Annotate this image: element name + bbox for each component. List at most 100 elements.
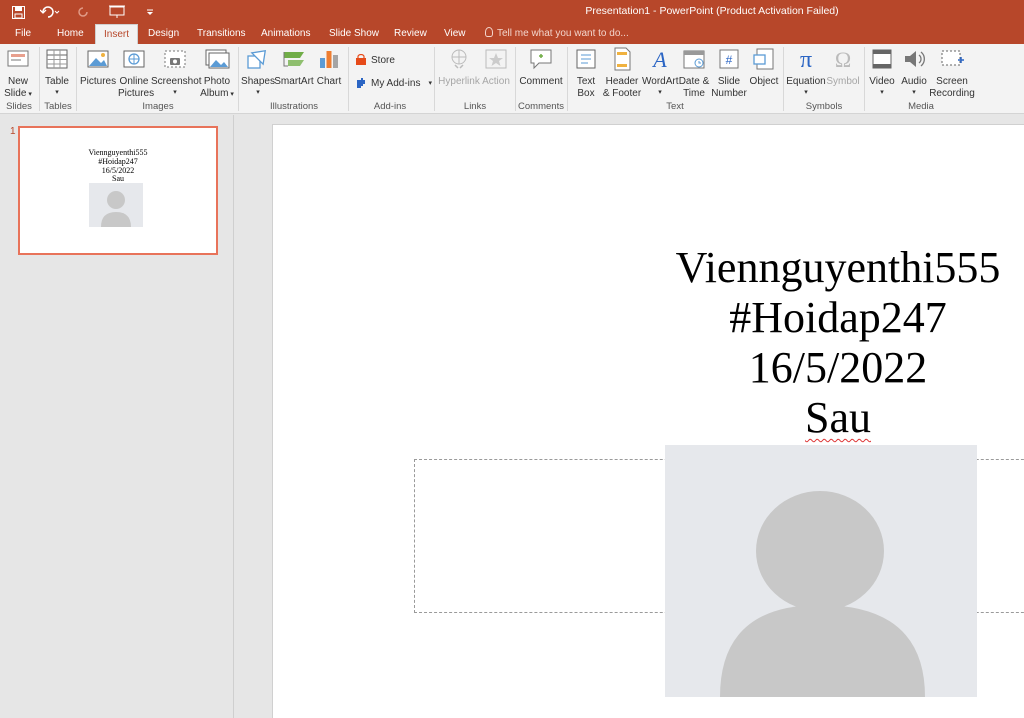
object-button[interactable]: Object <box>748 46 780 88</box>
tab-home[interactable]: Home <box>49 24 92 44</box>
group-divider <box>76 47 77 111</box>
text-box-icon <box>576 49 596 69</box>
hyperlink-icon <box>451 49 467 69</box>
tell-me-box[interactable]: Tell me what you want to do... <box>485 24 629 44</box>
group-label-tables: Tables <box>44 101 72 112</box>
table-button[interactable]: Table ▾ <box>43 46 71 98</box>
object-icon <box>753 48 774 70</box>
group-label-images: Images <box>142 101 174 112</box>
ribbon-tabs: File Home Insert Design Transitions Anim… <box>0 24 1024 44</box>
chart-button[interactable]: Chart <box>315 46 343 88</box>
online-pictures-icon <box>123 50 145 68</box>
person-placeholder-icon <box>101 191 131 227</box>
pi-icon: π <box>800 47 812 72</box>
table-icon <box>46 49 68 69</box>
slide[interactable]: Viennguyenthi555 #Hoidap247 16/5/2022 Sa… <box>272 124 1024 718</box>
photo-album-icon <box>205 49 230 69</box>
chevron-down-icon: ▾ <box>55 89 59 96</box>
comment-icon <box>530 49 552 70</box>
shapes-button[interactable]: Shapes ▾ <box>241 46 275 98</box>
store-button[interactable]: Store <box>355 54 395 66</box>
symbol-button[interactable]: Ω Symbol <box>825 46 861 88</box>
ribbon-insert: New Slide ▾ Slides Table ▾ Tables Pictur… <box>0 44 1024 114</box>
store-icon <box>356 54 366 65</box>
tab-file[interactable]: File <box>7 24 39 44</box>
smartart-icon <box>283 52 304 67</box>
video-button[interactable]: Video ▾ <box>867 46 897 98</box>
group-divider <box>348 47 349 111</box>
tab-slide-show[interactable]: Slide Show <box>321 24 387 44</box>
new-slide-icon <box>7 50 29 67</box>
tab-design[interactable]: Design <box>140 24 187 44</box>
slide-thumbnail[interactable]: Viennguyenthi555 #Hoidap247 16/5/2022 Sa… <box>18 126 218 255</box>
thumbnail-text: Viennguyenthi555 #Hoidap247 16/5/2022 Sa… <box>88 148 148 184</box>
group-label-links: Links <box>463 101 487 112</box>
group-label-text: Text <box>666 101 684 112</box>
chart-icon <box>320 51 338 68</box>
tab-review[interactable]: Review <box>386 24 435 44</box>
pictures-icon <box>87 50 109 68</box>
tab-transitions[interactable]: Transitions <box>189 24 254 44</box>
tab-animations[interactable]: Animations <box>253 24 318 44</box>
online-pictures-button[interactable]: Online Pictures <box>118 46 154 100</box>
tab-insert[interactable]: Insert <box>95 24 139 44</box>
svg-text:#: # <box>726 53 733 67</box>
chevron-down-icon: ▾ <box>880 89 884 96</box>
comment-button[interactable]: Comment <box>518 46 564 88</box>
chevron-down-icon: ▾ <box>804 89 808 96</box>
slide-number-button[interactable]: # Slide Number <box>710 46 748 100</box>
chevron-down-icon: ▾ <box>658 89 662 96</box>
audio-button[interactable]: Audio ▾ <box>898 46 930 98</box>
tell-me-text: Tell me what you want to do... <box>497 28 629 39</box>
screenshot-icon <box>164 50 186 68</box>
screen-recording-icon <box>941 50 964 66</box>
group-divider <box>238 47 239 111</box>
my-addins-button[interactable]: My Add-ins ▾ <box>355 77 432 89</box>
chevron-down-icon: ▾ <box>256 89 260 96</box>
group-label-symbols: Symbols <box>805 101 843 112</box>
shapes-icon <box>247 49 267 69</box>
screenshot-button[interactable]: Screenshot ▾ <box>151 46 202 98</box>
date-time-button[interactable]: Date & Time <box>678 46 710 100</box>
omega-icon: Ω <box>835 47 851 72</box>
hyperlink-button[interactable]: Hyperlink <box>438 46 480 88</box>
group-label-illustrations: Illustrations <box>269 101 319 112</box>
group-label-slides: Slides <box>6 101 32 112</box>
action-button[interactable]: Action <box>481 46 511 88</box>
new-slide-button[interactable]: New Slide ▾ <box>3 46 33 101</box>
slide-title[interactable]: Viennguyenthi555 #Hoidap247 16/5/2022 Sa… <box>653 243 1023 443</box>
slides-pane: 1 Viennguyenthi555 #Hoidap247 16/5/2022 … <box>0 115 234 718</box>
pictures-button[interactable]: Pictures <box>80 46 116 88</box>
wordart-icon: A <box>651 47 667 72</box>
svg-text:Ω: Ω <box>835 47 851 72</box>
slide-number: 1 <box>10 126 16 137</box>
group-label-media: Media <box>908 101 934 112</box>
thumbnail-avatar <box>89 183 143 227</box>
screen-recording-button[interactable]: Screen Recording <box>928 46 976 100</box>
chevron-down-icon: ▾ <box>428 80 432 87</box>
action-star-icon <box>485 49 507 69</box>
svg-text:A: A <box>651 47 667 72</box>
smartart-button[interactable]: SmartArt <box>274 46 314 88</box>
title-bar: Presentation1 - PowerPoint (Product Acti… <box>0 0 1024 24</box>
film-icon <box>872 49 892 69</box>
group-divider <box>864 47 865 111</box>
wordart-button[interactable]: A WordArt ▾ <box>642 46 679 98</box>
calendar-icon <box>683 50 705 69</box>
group-divider <box>39 47 40 111</box>
tab-view[interactable]: View <box>436 24 474 44</box>
text-box-button[interactable]: Text Box <box>571 46 601 100</box>
lightbulb-icon <box>485 27 493 37</box>
window-title: Presentation1 - PowerPoint (Product Acti… <box>585 5 839 17</box>
group-divider <box>515 47 516 111</box>
group-divider <box>783 47 784 111</box>
my-addins-icon <box>357 78 365 88</box>
chevron-down-icon: ▾ <box>173 89 177 96</box>
photo-album-button[interactable]: Photo Album ▾ <box>199 46 235 101</box>
chevron-down-icon: ▾ <box>912 89 916 96</box>
equation-button[interactable]: π Equation ▾ <box>786 46 826 98</box>
header-footer-icon <box>614 47 631 71</box>
avatar-picture[interactable] <box>665 445 977 697</box>
header-footer-button[interactable]: Header & Footer <box>601 46 643 100</box>
slide-canvas: Viennguyenthi555 #Hoidap247 16/5/2022 Sa… <box>235 115 1024 718</box>
